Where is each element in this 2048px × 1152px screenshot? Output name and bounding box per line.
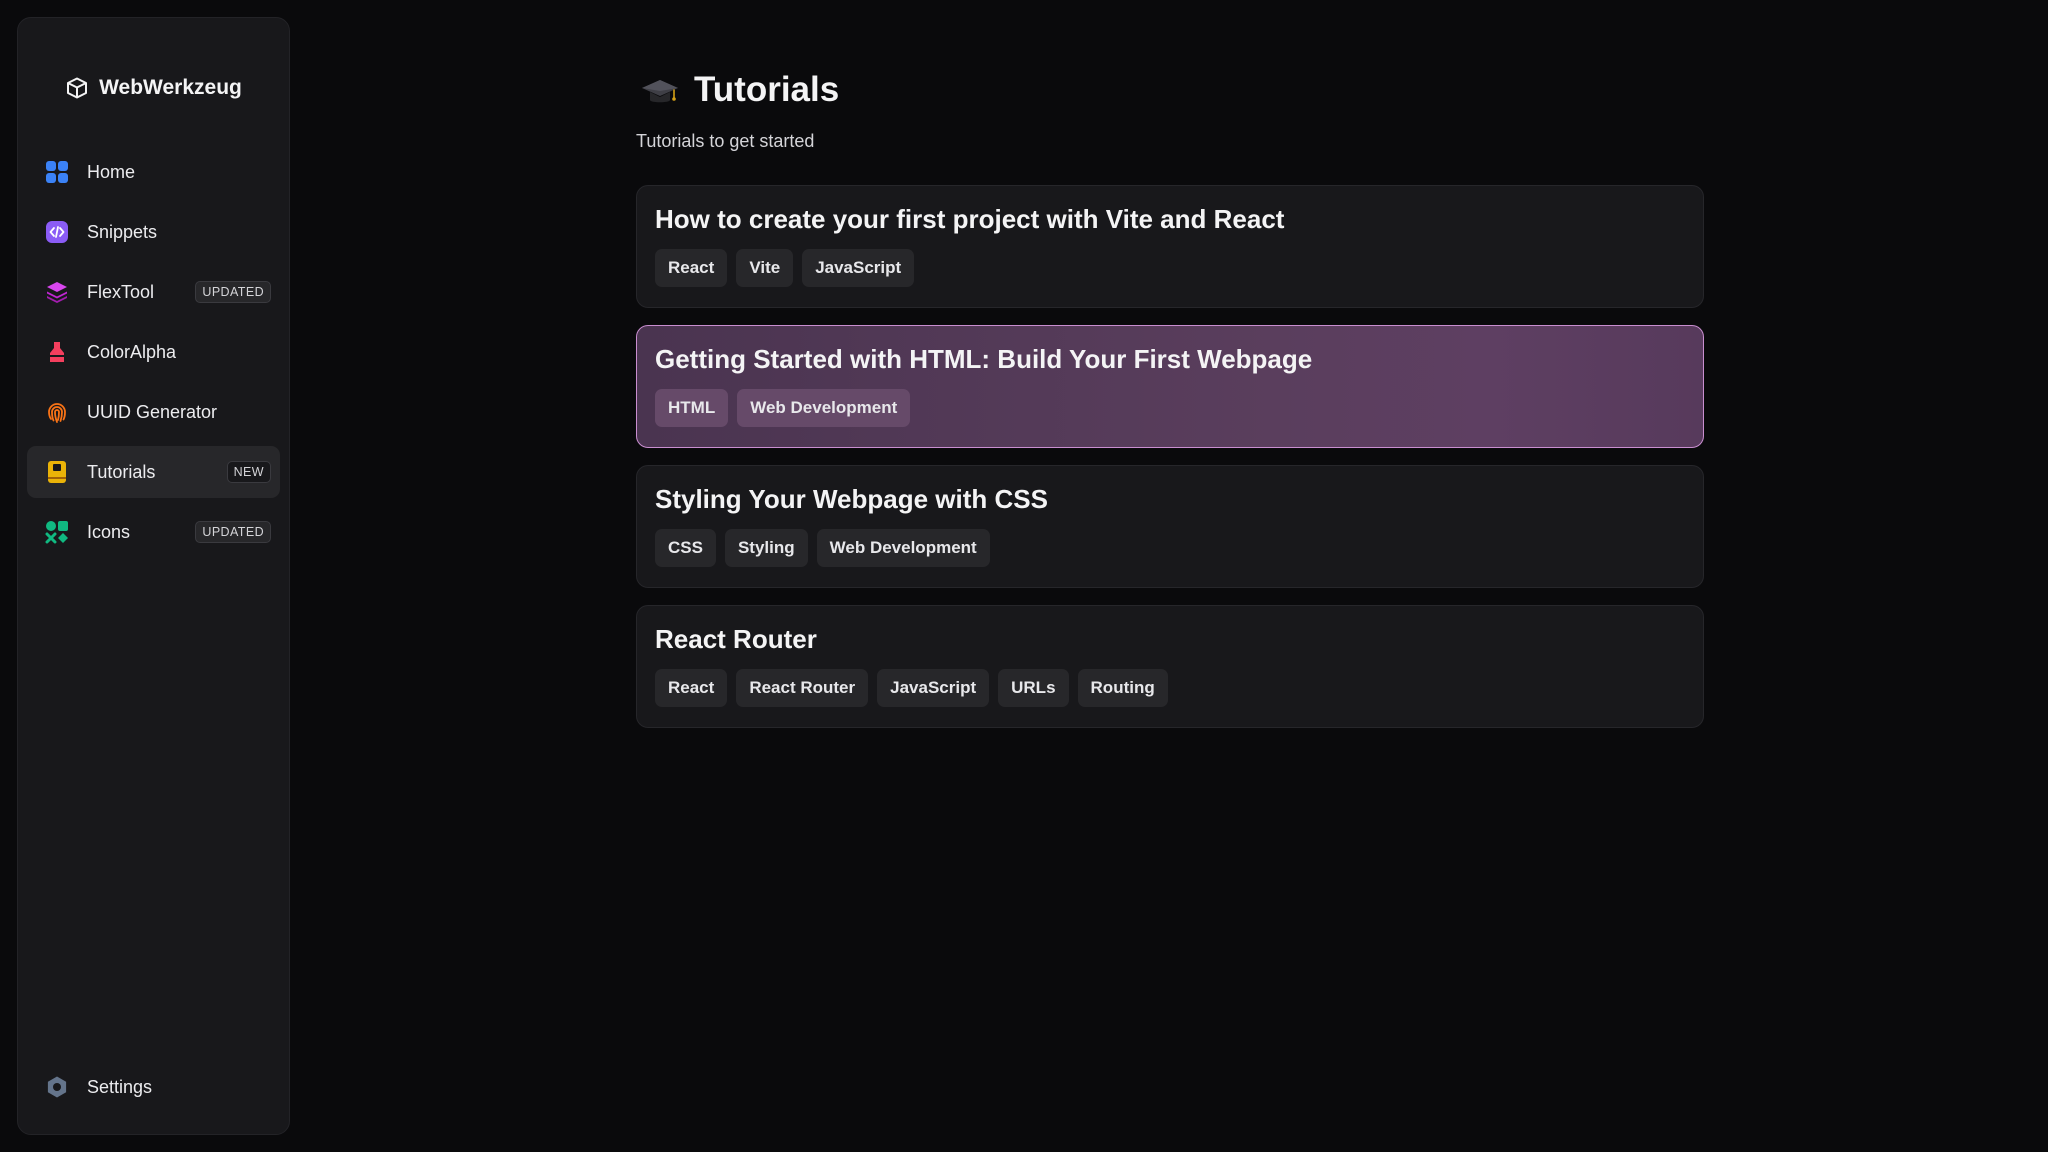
tag: Vite (736, 249, 794, 287)
sidebar-item-icons[interactable]: Icons UPDATED (27, 506, 280, 558)
tag: Web Development (737, 389, 911, 427)
tag: CSS (655, 529, 716, 567)
sidebar-item-label: Home (87, 161, 136, 182)
tag: React (655, 249, 728, 287)
tag: React (655, 669, 728, 707)
tag: JavaScript (802, 249, 915, 287)
tutorial-title: Styling Your Webpage with CSS (655, 484, 1048, 514)
tutorial-card[interactable]: Getting Started with HTML: Build Your Fi… (636, 325, 1704, 448)
updated-badge: UPDATED (195, 521, 271, 543)
updated-badge: UPDATED (195, 281, 271, 303)
box-logo-icon (67, 77, 88, 99)
tag: Styling (724, 529, 808, 567)
sidebar-item-settings[interactable]: Settings (27, 1061, 280, 1113)
tag: HTML (655, 389, 729, 427)
code-icon (44, 219, 70, 245)
tag-list: React Vite JavaScript (655, 249, 1685, 287)
tag: JavaScript (877, 669, 990, 707)
tag: Web Development (816, 529, 990, 567)
paint-bucket-icon (44, 339, 70, 365)
sidebar-item-snippets[interactable]: Snippets (27, 206, 280, 258)
sidebar-item-label: Tutorials (87, 461, 156, 482)
sidebar-nav: Home Snippets FlexTool UPDATED ColorAlph… (27, 146, 280, 566)
sidebar-item-tutorials[interactable]: Tutorials NEW (27, 446, 280, 498)
tag-list: React React Router JavaScript URLs Routi… (655, 669, 1685, 707)
tag: URLs (998, 669, 1069, 707)
sidebar-item-label: Settings (87, 1076, 153, 1097)
brand-name: WebWerkzeug (99, 76, 242, 99)
settings-section: Settings (27, 1061, 280, 1121)
sidebar-item-coloralpha[interactable]: ColorAlpha (27, 326, 280, 378)
tutorial-card[interactable]: React Router React React Router JavaScri… (636, 605, 1704, 728)
page-title: Tutorials (694, 70, 840, 109)
tutorial-list: How to create your first project with Vi… (636, 185, 1704, 745)
tag-list: HTML Web Development (655, 389, 1685, 427)
sidebar: WebWerkzeug Home Snippets FlexTool UPDAT… (17, 17, 290, 1135)
sidebar-item-label: ColorAlpha (87, 341, 177, 362)
sidebar-item-label: FlexTool (87, 281, 155, 302)
book-icon (44, 459, 70, 485)
layers-icon (44, 279, 70, 305)
fingerprint-icon (44, 399, 70, 425)
page-header: Tutorials (640, 70, 839, 110)
sidebar-item-flextool[interactable]: FlexTool UPDATED (27, 266, 280, 318)
shapes-icon (44, 519, 70, 545)
tag: React Router (736, 669, 869, 707)
brand[interactable]: WebWerkzeug (18, 76, 289, 100)
tag: Routing (1077, 669, 1168, 707)
tutorial-card[interactable]: Styling Your Webpage with CSS CSS Stylin… (636, 465, 1704, 588)
tutorial-title: React Router (655, 624, 817, 654)
sidebar-item-label: UUID Generator (87, 401, 218, 422)
tag-list: CSS Styling Web Development (655, 529, 1685, 567)
sidebar-item-uuid-generator[interactable]: UUID Generator (27, 386, 280, 438)
graduation-cap-icon (642, 80, 678, 103)
sidebar-item-label: Snippets (87, 221, 158, 242)
sidebar-item-home[interactable]: Home (27, 146, 280, 198)
tutorial-title: How to create your first project with Vi… (655, 204, 1285, 234)
page-subtitle: Tutorials to get started (636, 131, 815, 151)
tutorial-title: Getting Started with HTML: Build Your Fi… (655, 344, 1313, 374)
gear-icon (44, 1074, 70, 1100)
sidebar-item-label: Icons (87, 521, 131, 542)
new-badge: NEW (226, 461, 271, 483)
grid-icon (44, 159, 70, 185)
tutorial-card[interactable]: How to create your first project with Vi… (636, 185, 1704, 308)
